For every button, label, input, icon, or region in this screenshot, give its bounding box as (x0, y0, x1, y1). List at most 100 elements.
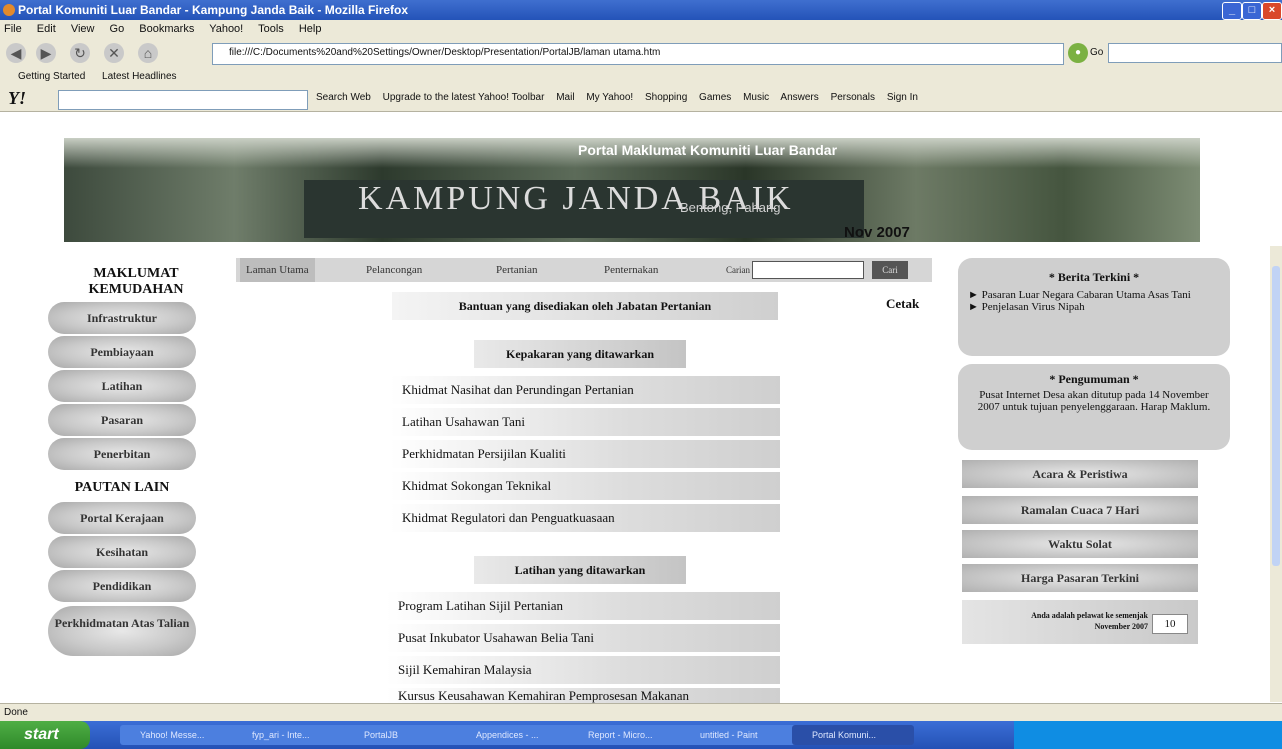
berita-title: * Berita Terkini * (1048, 270, 1140, 284)
taskbar-item[interactable]: Appendices - ... (456, 725, 578, 745)
berita-box: * Berita Terkini * ► Pasaran Luar Negara… (958, 258, 1230, 356)
go-label[interactable]: Go (1090, 47, 1103, 58)
bookmarks-toolbar: Getting Started Latest Headlines (0, 68, 1282, 86)
windows-taskbar: start Yahoo! Messe... fyp_ari - Inte... … (0, 721, 1282, 749)
pengumuman-title: * Pengumuman * (1049, 372, 1139, 386)
yahoo-upgrade[interactable]: Upgrade to the latest Yahoo! Toolbar (383, 92, 545, 103)
berita-item[interactable]: ► Pasaran Luar Negara Cabaran Utama Asas… (968, 289, 1220, 301)
link-perkhidmatan-atas-talian[interactable]: Perkhidmatan Atas Talian (48, 606, 196, 656)
tab-penternakan[interactable]: Penternakan (598, 258, 664, 282)
status-bar: Done (0, 703, 1282, 721)
menu-help[interactable]: Help (299, 23, 322, 35)
visitor-counter: Anda adalah pelawat ke semenjak November… (962, 600, 1198, 644)
taskbar-item[interactable]: Yahoo! Messe... (120, 725, 242, 745)
acara-button[interactable]: Acara & Peristiwa (962, 460, 1198, 488)
yahoo-answers[interactable]: Answers (780, 92, 818, 103)
section-kepakaran: Kepakaran yang ditawarkan (474, 340, 686, 368)
taskbar-item[interactable]: PortalJB (344, 725, 466, 745)
link-portal-kerajaan[interactable]: Portal Kerajaan (48, 502, 196, 534)
search-label: Carian (726, 265, 750, 275)
page-scrollbar[interactable] (1270, 246, 1282, 702)
menu-yahoo[interactable]: Yahoo! (209, 23, 243, 35)
system-tray (1014, 721, 1282, 749)
pengumuman-box: * Pengumuman * Pusat Internet Desa akan … (958, 364, 1230, 450)
yahoo-search-web[interactable]: Search Web (316, 92, 371, 103)
visitor-count: 10 (1152, 614, 1188, 634)
yahoo-games[interactable]: Games (699, 92, 731, 103)
banner-portal-title: Portal Maklumat Komuniti Luar Bandar (578, 142, 838, 158)
yahoo-logo[interactable]: Y! (8, 88, 26, 109)
yahoo-music[interactable]: Music (743, 92, 769, 103)
heading-maklumat-kemudahan: MAKLUMAT KEMUDAHAN (88, 266, 184, 297)
nav-latihan[interactable]: Latihan (48, 370, 196, 402)
forward-icon[interactable]: ▶ (36, 43, 56, 63)
nav-infrastruktur[interactable]: Infrastruktur (48, 302, 196, 334)
yahoo-toolbar: Y! Search Web Upgrade to the latest Yaho… (0, 86, 1282, 112)
menu-edit[interactable]: Edit (37, 23, 56, 35)
window-titlebar: Portal Komuniti Luar Bandar - Kampung Ja… (0, 0, 1282, 20)
waktu-solat-button[interactable]: Waktu Solat (962, 530, 1198, 558)
menu-tools[interactable]: Tools (258, 23, 284, 35)
site-search-button[interactable]: Cari (872, 261, 908, 279)
print-link[interactable]: Cetak (886, 292, 936, 316)
maximize-button[interactable]: □ (1242, 2, 1262, 20)
yahoo-search-input[interactable] (58, 90, 308, 110)
go-icon[interactable]: ● (1068, 43, 1088, 63)
site-search-input[interactable] (752, 261, 864, 279)
banner-date: Nov 2007 (844, 224, 910, 241)
yahoo-my-yahoo[interactable]: My Yahoo! (586, 92, 633, 103)
banner-location: Bentong, Pahang (680, 200, 781, 215)
window-title: Portal Komuniti Luar Bandar - Kampung Ja… (18, 3, 409, 17)
nav-pembiayaan[interactable]: Pembiayaan (48, 336, 196, 368)
yahoo-sign-in[interactable]: Sign In (887, 92, 918, 103)
heading-pautan-lain: PAUTAN LAIN (74, 480, 170, 495)
yahoo-mail[interactable]: Mail (556, 92, 574, 103)
home-icon[interactable]: ⌂ (138, 43, 158, 63)
close-button[interactable]: × (1262, 2, 1282, 20)
list-item[interactable]: Program Latihan Sijil Pertanian (386, 592, 780, 620)
tab-pelancongan[interactable]: Pelancongan (360, 258, 428, 282)
search-box[interactable] (1108, 43, 1282, 63)
tab-pertanian[interactable]: Pertanian (490, 258, 544, 282)
list-item[interactable]: Khidmat Sokongan Teknikal (390, 472, 780, 500)
list-item[interactable]: Perkhidmatan Persijilan Kualiti (390, 440, 780, 468)
stop-icon[interactable]: ✕ (104, 43, 124, 63)
address-bar[interactable]: file:///C:/Documents%20and%20Settings/Ow… (212, 43, 1064, 65)
list-item[interactable]: Pusat Inkubator Usahawan Belia Tani (386, 624, 780, 652)
list-item[interactable]: Kursus Keusahawan Kemahiran Pemprosesan … (386, 688, 780, 703)
yahoo-personals[interactable]: Personals (831, 92, 875, 103)
list-item[interactable]: Khidmat Nasihat dan Perundingan Pertania… (390, 376, 780, 404)
berita-item-text[interactable]: Pasaran Luar Negara Cabaran Utama Asas T… (982, 289, 1191, 301)
bookmark-latest-headlines[interactable]: Latest Headlines (102, 71, 177, 82)
taskbar-item[interactable]: Portal Komuni... (792, 725, 914, 745)
menu-file[interactable]: File (4, 23, 22, 35)
taskbar-item[interactable]: untitled - Paint (680, 725, 802, 745)
harga-pasaran-button[interactable]: Harga Pasaran Terkini (962, 564, 1198, 592)
minimize-button[interactable]: _ (1222, 2, 1242, 20)
tab-laman-utama[interactable]: Laman Utama (240, 258, 315, 282)
berita-item[interactable]: ► Penjelasan Virus Nipah (968, 301, 1220, 313)
list-item[interactable]: Latihan Usahawan Tani (390, 408, 780, 436)
link-kesihatan[interactable]: Kesihatan (48, 536, 196, 568)
nav-pasaran[interactable]: Pasaran (48, 404, 196, 436)
menu-bookmarks[interactable]: Bookmarks (139, 23, 194, 35)
berita-item-text[interactable]: Penjelasan Virus Nipah (982, 301, 1085, 313)
link-pendidikan[interactable]: Pendidikan (48, 570, 196, 602)
pengumuman-text: Pusat Internet Desa akan ditutup pada 14… (977, 389, 1211, 413)
bookmark-getting-started[interactable]: Getting Started (18, 71, 85, 82)
list-item[interactable]: Sijil Kemahiran Malaysia (386, 656, 780, 684)
nav-penerbitan[interactable]: Penerbitan (48, 438, 196, 470)
back-icon[interactable]: ◀ (6, 43, 26, 63)
menu-go[interactable]: Go (110, 23, 125, 35)
reload-icon[interactable]: ↻ (70, 43, 90, 63)
taskbar-item[interactable]: fyp_ari - Inte... (232, 725, 354, 745)
yahoo-shopping[interactable]: Shopping (645, 92, 687, 103)
scrollbar-thumb[interactable] (1272, 266, 1280, 566)
start-button[interactable]: start (0, 721, 90, 749)
taskbar-item[interactable]: Report - Micro... (568, 725, 690, 745)
cuaca-button[interactable]: Ramalan Cuaca 7 Hari (962, 496, 1198, 524)
section-latihan: Latihan yang ditawarkan (474, 556, 686, 584)
main-header: Bantuan yang disediakan oleh Jabatan Per… (392, 292, 778, 320)
list-item[interactable]: Khidmat Regulatori dan Penguatkuasaan (390, 504, 780, 532)
menu-view[interactable]: View (71, 23, 95, 35)
